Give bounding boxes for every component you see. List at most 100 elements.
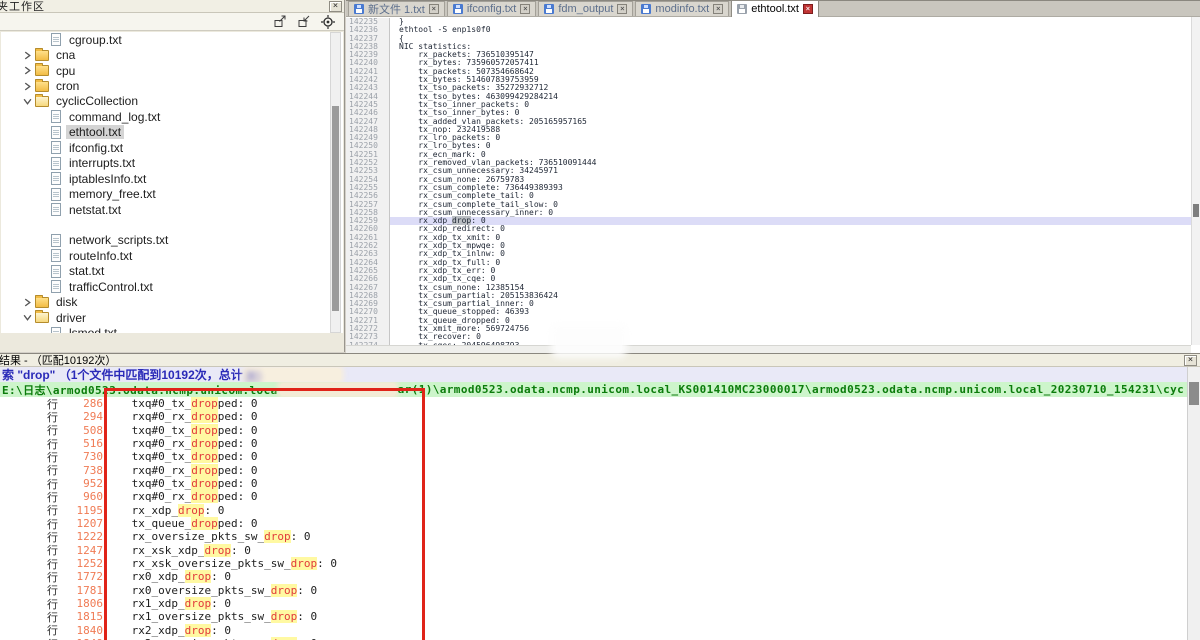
tree-item-cna[interactable]: cna xyxy=(1,47,343,62)
save-icon xyxy=(453,4,463,14)
result-match-text: rx0_xdp_drop: 0 xyxy=(132,570,231,583)
match-highlight: drop xyxy=(271,584,298,597)
workspace-close-icon[interactable]: × xyxy=(329,1,342,12)
editor-vertical-scrollbar[interactable] xyxy=(1191,17,1200,345)
tree-item-memory-free-txt[interactable]: memory_free.txt xyxy=(1,186,343,201)
tree-item-ethtool-txt[interactable]: ethtool.txt xyxy=(1,125,343,140)
chevron-right-icon[interactable] xyxy=(23,66,32,75)
match-highlight: drop xyxy=(271,610,298,623)
editor-line[interactable]: 142236ethtool -S enp1s0f0 xyxy=(346,26,1191,34)
tree-item-trafficcontrol-txt[interactable]: trafficControl.txt xyxy=(1,279,343,294)
line-text: rx_xdp_tx_mpwqe: 0 xyxy=(390,242,1191,250)
tree-item-driver[interactable]: driver xyxy=(1,310,343,325)
file-icon xyxy=(51,126,61,139)
search-result-row[interactable]: 行738:rxq#0_rx_dropped: 0 xyxy=(0,464,1187,477)
colon-separator: : xyxy=(103,464,110,477)
editor-line[interactable]: 142237{ xyxy=(346,35,1191,43)
chevron-down-icon[interactable] xyxy=(23,97,32,106)
search-result-row[interactable]: 行1772:rx0_xdp_drop: 0 xyxy=(0,570,1187,583)
results-close-icon[interactable]: × xyxy=(1184,355,1197,366)
result-match-text: rx_oversize_pkts_sw_drop: 0 xyxy=(132,530,311,543)
search-result-row[interactable]: 行294:rxq#0_rx_dropped: 0 xyxy=(0,410,1187,423)
tab-ethtool-txt[interactable]: ethtool.txt× xyxy=(731,0,819,17)
search-result-row[interactable]: 行1781:rx0_oversize_pkts_sw_drop: 0 xyxy=(0,584,1187,597)
results-scrollbar[interactable] xyxy=(1187,367,1200,640)
tree-item-cpu[interactable]: cpu xyxy=(1,63,343,78)
colon-separator: : xyxy=(103,570,110,583)
search-result-row[interactable]: 行1806:rx1_xdp_drop: 0 xyxy=(0,597,1187,610)
tree-item-routeinfo-txt[interactable]: routeInfo.txt xyxy=(1,248,343,263)
search-result-row[interactable]: 行1815:rx1_oversize_pkts_sw_drop: 0 xyxy=(0,610,1187,623)
tab-modinfo-txt[interactable]: modinfo.txt× xyxy=(635,1,729,16)
close-tab-icon[interactable]: × xyxy=(429,4,439,14)
tree-item-cron[interactable]: cron xyxy=(1,78,343,93)
tree-item-command-log-txt[interactable]: command_log.txt xyxy=(1,109,343,124)
search-result-row[interactable]: 行1195:rx_xdp_drop: 0 xyxy=(0,504,1187,517)
search-result-row[interactable]: 行960:rxq#0_rx_dropped: 0 xyxy=(0,490,1187,503)
tree-item-cgroup-txt[interactable]: cgroup.txt xyxy=(1,32,343,47)
locate-file-icon[interactable] xyxy=(321,15,335,29)
tree-scrollbar[interactable] xyxy=(330,32,341,333)
chevron-down-icon[interactable] xyxy=(23,313,32,322)
line-text: } xyxy=(390,18,1191,26)
save-icon xyxy=(354,4,364,14)
results-scrollbar-thumb[interactable] xyxy=(1189,382,1199,405)
tree-item-disk[interactable]: disk xyxy=(1,294,343,309)
editor-vscroll-thumb[interactable] xyxy=(1193,204,1199,217)
expand-tree-icon[interactable] xyxy=(273,15,287,28)
tree-item-lsmod-txt[interactable]: lsmod.txt xyxy=(1,325,343,333)
result-file-path[interactable]: E:\日志\armod0523.odata.ncmp.unicom.loca a… xyxy=(0,382,1200,397)
tree-item-iptablesinfo-txt[interactable]: iptablesInfo.txt xyxy=(1,171,343,186)
collapse-tree-icon[interactable] xyxy=(297,15,311,28)
result-match-text: txq#0_tx_dropped: 0 xyxy=(132,397,258,410)
tab--1-txt[interactable]: 新文件 1.txt× xyxy=(348,1,445,16)
editor-horizontal-scrollbar[interactable] xyxy=(346,345,1191,353)
tree-item-label: command_log.txt xyxy=(66,110,163,124)
folder-icon xyxy=(35,96,49,107)
search-result-row[interactable]: 行1840:rx2_xdp_drop: 0 xyxy=(0,624,1187,637)
tree-item-network-scripts-txt[interactable]: network_scripts.txt xyxy=(1,233,343,248)
chevron-right-icon[interactable] xyxy=(23,298,32,307)
tree-item-label: stat.txt xyxy=(66,264,107,278)
line-text: { xyxy=(390,35,1191,43)
tree-item-interrupts-txt[interactable]: interrupts.txt xyxy=(1,156,343,171)
match-highlight: drop xyxy=(191,517,218,530)
tab-ifconfig-txt[interactable]: ifconfig.txt× xyxy=(447,1,537,16)
search-result-row[interactable]: 行730:txq#0_tx_dropped: 0 xyxy=(0,450,1187,463)
result-match-text: rx_xsk_oversize_pkts_sw_drop: 0 xyxy=(132,557,337,570)
close-tab-icon[interactable]: × xyxy=(803,4,813,14)
tab-fdm-output[interactable]: fdm_output× xyxy=(538,1,633,16)
colon-separator: : xyxy=(103,530,110,543)
tree-item-cycliccollection[interactable]: cyclicCollection xyxy=(1,94,343,109)
tree-item-ifconfig-txt[interactable]: ifconfig.txt xyxy=(1,140,343,155)
search-result-row[interactable]: 行1247:rx_xsk_xdp_drop: 0 xyxy=(0,544,1187,557)
file-icon xyxy=(51,280,61,293)
search-result-row[interactable]: 行286:txq#0_tx_dropped: 0 xyxy=(0,397,1187,410)
tree-item-netstat-txt[interactable]: netstat.txt xyxy=(1,202,343,217)
tree-item-stat-txt[interactable]: stat.txt xyxy=(1,264,343,279)
close-tab-icon[interactable]: × xyxy=(520,4,530,14)
colon-separator: : xyxy=(103,517,110,530)
result-match-text: tx_queue_dropped: 0 xyxy=(132,517,258,530)
result-line-number: 286 xyxy=(61,397,103,410)
tree-scrollbar-thumb[interactable] xyxy=(332,106,339,311)
search-result-row[interactable]: 行1252:rx_xsk_oversize_pkts_sw_drop: 0 xyxy=(0,557,1187,570)
search-result-row[interactable]: 行516:rxq#0_rx_dropped: 0 xyxy=(0,437,1187,450)
colon-separator: : xyxy=(103,624,110,637)
search-result-row[interactable]: 行508:txq#0_tx_dropped: 0 xyxy=(0,424,1187,437)
chevron-right-icon[interactable] xyxy=(23,82,32,91)
close-tab-icon[interactable]: × xyxy=(713,4,723,14)
close-tab-icon[interactable]: × xyxy=(617,4,627,14)
search-result-row[interactable]: 行1207:tx_queue_dropped: 0 xyxy=(0,517,1187,530)
chevron-right-icon[interactable] xyxy=(23,51,32,60)
line-text: rx_xdp_tx_inlnw: 0 xyxy=(390,250,1191,258)
redacted-summary-region: 次） xyxy=(245,368,341,381)
tree-item-label: cron xyxy=(53,79,82,93)
tree-spacer xyxy=(1,217,343,232)
editor-content[interactable]: 142235}142236ethtool -S enp1s0f0142237{1… xyxy=(346,18,1191,345)
file-path-prefix: E:\日志\armod0523.odata.ncmp.unicom.loca xyxy=(2,382,278,397)
redacted-editor-region xyxy=(556,329,622,353)
search-result-row[interactable]: 行1222:rx_oversize_pkts_sw_drop: 0 xyxy=(0,530,1187,543)
search-result-row[interactable]: 行952:txq#0_tx_dropped: 0 xyxy=(0,477,1187,490)
result-match-text: rx0_oversize_pkts_sw_drop: 0 xyxy=(132,584,317,597)
